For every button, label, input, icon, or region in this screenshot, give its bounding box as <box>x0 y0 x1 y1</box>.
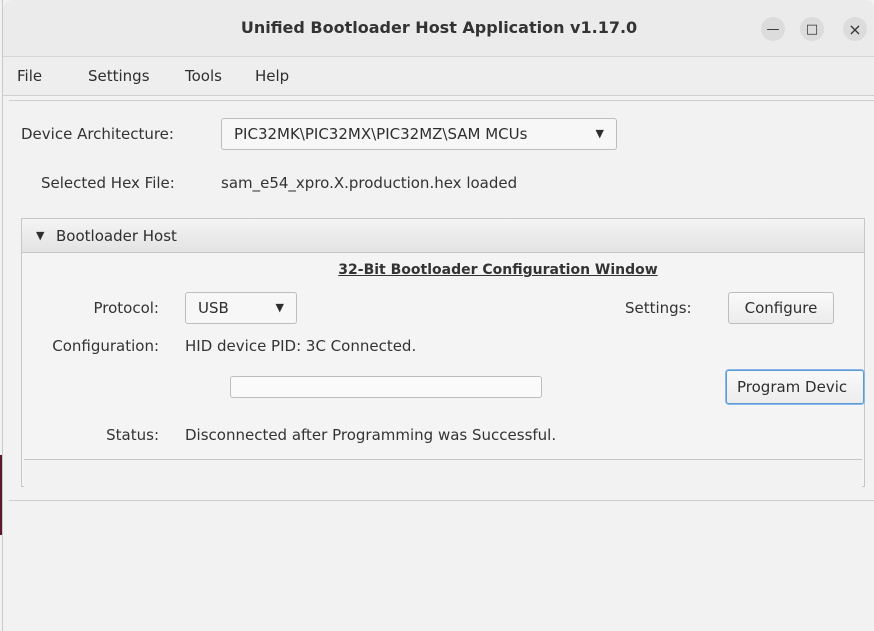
configure-button[interactable]: Configure <box>728 292 834 324</box>
chevron-down-icon: ▼ <box>275 301 284 314</box>
device-architecture-label: Device Architecture: <box>21 125 174 143</box>
settings-label: Settings: <box>625 299 692 317</box>
window-separator <box>9 500 874 501</box>
maximize-button[interactable]: □ <box>800 17 824 41</box>
close-button[interactable]: × <box>843 17 867 41</box>
program-device-button[interactable]: Program Devic <box>726 370 864 404</box>
maximize-icon: □ <box>805 21 819 37</box>
chevron-down-icon: ▼ <box>595 127 604 140</box>
app-window: Unified Bootloader Host Application v1.1… <box>2 0 874 631</box>
window-title: Unified Bootloader Host Application v1.1… <box>240 18 638 37</box>
protocol-value: USB <box>198 299 229 317</box>
configuration-value: HID device PID: 3C Connected. <box>185 337 417 355</box>
status-label: Status: <box>106 426 159 444</box>
menu-help[interactable]: Help <box>255 67 289 85</box>
menu-file[interactable]: File <box>17 67 42 85</box>
minimize-button[interactable]: — <box>761 17 785 41</box>
menu-separator <box>9 100 874 101</box>
menu-bar: File Settings Tools Help <box>3 57 874 96</box>
selected-hex-value: sam_e54_xpro.X.production.hex loaded <box>221 174 518 192</box>
config-window-title: 32-Bit Bootloader Configuration Window <box>338 262 658 278</box>
protocol-select[interactable]: USB ▼ <box>185 292 297 324</box>
device-architecture-value: PIC32MK\PIC32MX\PIC32MZ\SAM MCUs <box>234 125 528 143</box>
protocol-label: Protocol: <box>93 299 159 317</box>
panel-footer <box>24 459 862 487</box>
programming-progress-bar <box>230 376 542 398</box>
minimize-icon: — <box>766 21 780 37</box>
bootloader-host-panel: ▼ Bootloader Host 32-Bit Bootloader Conf… <box>21 218 865 487</box>
device-architecture-select[interactable]: PIC32MK\PIC32MX\PIC32MZ\SAM MCUs ▼ <box>221 118 617 150</box>
configuration-label: Configuration: <box>52 337 159 355</box>
title-bar[interactable]: Unified Bootloader Host Application v1.1… <box>3 0 874 57</box>
status-value: Disconnected after Programming was Succe… <box>185 426 557 444</box>
menu-settings[interactable]: Settings <box>88 67 150 85</box>
expanded-arrow-icon: ▼ <box>36 229 45 242</box>
close-icon: × <box>848 19 862 39</box>
menu-tools[interactable]: Tools <box>185 67 222 85</box>
bootloader-host-header[interactable]: ▼ Bootloader Host <box>22 219 864 253</box>
bootloader-host-title: Bootloader Host <box>56 227 177 245</box>
selected-hex-label: Selected Hex File: <box>41 174 175 192</box>
